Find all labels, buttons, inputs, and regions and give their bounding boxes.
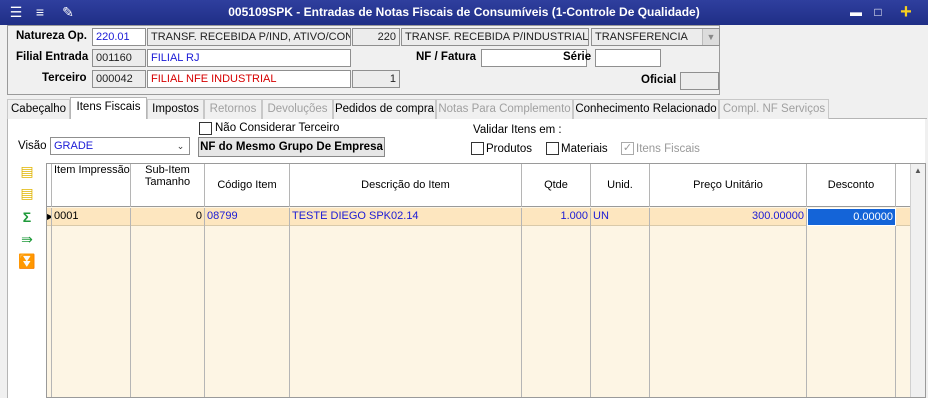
tipo-select[interactable]: TRANSFERENCIA ▼ [591, 28, 720, 46]
title-bar: ☰ ≡ ✎ 005109SPK - Entradas de Notas Fisc… [0, 0, 928, 25]
itens-fiscais-panel: Visão GRADE ⌄ Não Considerar Terceiro NF… [7, 119, 926, 398]
col-desconto[interactable]: Desconto [807, 164, 896, 207]
terceiro-desc-field: FILIAL NFE INDUSTRIAL [147, 70, 351, 88]
serie-field[interactable] [595, 49, 661, 67]
col-preco-unitario[interactable]: Preço Unitário [650, 164, 807, 207]
grid-col-line [895, 226, 896, 397]
tab-pedidos-compra[interactable]: Pedidos de compra [333, 99, 436, 119]
cell-item[interactable]: 0001 [52, 208, 131, 226]
natureza-desc2-field: TRANSF. RECEBIDA P/INDUSTRIALIZA [401, 28, 589, 46]
tipo-value: TRANSFERENCIA [595, 31, 688, 43]
visao-label: Visão [18, 140, 47, 152]
terceiro-code-field[interactable]: 000042 [92, 70, 146, 88]
window-title: 005109SPK - Entradas de Notas Fiscais de… [228, 5, 700, 19]
cell-descricao[interactable]: TESTE DIEGO SPK02.14 [290, 208, 522, 226]
tab-devolucoes: Devoluções [262, 99, 333, 119]
add-row-icon[interactable]: ▤ [18, 163, 36, 179]
terceiro-label: Terceiro [42, 72, 87, 84]
col-qtde[interactable]: Qtde [522, 164, 591, 207]
natureza-code-field[interactable]: 220.01 [92, 28, 146, 46]
grid-col-line [649, 226, 650, 397]
cell-subitem[interactable]: 0 [131, 208, 205, 226]
remove-row-icon[interactable]: ▤ [18, 185, 36, 201]
cell-codigo[interactable]: 08799 [205, 208, 290, 226]
itens-fiscais-checkbox: ✓ [621, 142, 634, 155]
scroll-up-icon[interactable]: ▲ [914, 166, 922, 175]
grid-col-line [51, 226, 52, 397]
tab-compl-nf-servicos: Compl. NF Serviços [719, 99, 829, 119]
col-sub-item[interactable]: Sub-Item Tamanho [131, 164, 205, 207]
oficial-field [680, 72, 719, 90]
tab-notas-complemento: Notas Para Complemento [436, 99, 573, 119]
grid-col-line [130, 226, 131, 397]
serie-label: Série [563, 51, 592, 63]
tab-strip: Cabeçalho Itens Fiscais Impostos Retorno… [7, 97, 927, 120]
cell-preco[interactable]: 300.00000 [650, 208, 807, 226]
table-row[interactable]: ▶ 0001 0 08799 TESTE DIEGO SPK02.14 1.00… [47, 208, 911, 226]
cell-qtde[interactable]: 1.000 [522, 208, 591, 226]
nao-considerar-label: Não Considerar Terceiro [215, 122, 340, 134]
col-unid[interactable]: Unid. [591, 164, 650, 207]
chevron-down-icon[interactable]: ⌄ [172, 138, 189, 154]
tab-retornos: Retornos [204, 99, 262, 119]
natureza-label: Natureza Op. [16, 30, 87, 42]
visao-select[interactable]: GRADE ⌄ [50, 137, 190, 155]
materiais-checkbox[interactable] [546, 142, 559, 155]
nf-label: NF / Fatura [416, 51, 477, 63]
tab-impostos[interactable]: Impostos [147, 99, 204, 119]
natureza-num-field: 220 [352, 28, 400, 46]
maximize-icon[interactable]: □ [868, 3, 888, 21]
itens-fiscais-label: Itens Fiscais [636, 143, 700, 155]
chevron-down-icon[interactable]: ▼ [702, 29, 719, 45]
col-descricao[interactable]: Descrição do Item [290, 164, 522, 207]
filial-desc-field: FILIAL RJ [147, 49, 351, 67]
col-item-impressao[interactable]: Item Impressão [52, 164, 131, 207]
validar-label: Validar Itens em : [473, 124, 562, 136]
col-codigo-item[interactable]: Código Item [205, 164, 290, 207]
nf-grupo-button[interactable]: NF do Mesmo Grupo De Empresa [198, 137, 385, 157]
collapse-icon[interactable]: ⏬ [18, 253, 36, 269]
visao-value: GRADE [54, 140, 94, 152]
export-icon[interactable]: ⇛ [18, 231, 36, 247]
sum-icon[interactable]: Σ [18, 209, 36, 225]
tab-itens-fiscais[interactable]: Itens Fiscais [70, 97, 147, 120]
grid-col-line [204, 226, 205, 397]
cell-desconto[interactable]: 0.00000 [807, 208, 896, 226]
nao-considerar-checkbox[interactable] [199, 122, 212, 135]
grid-col-line [289, 226, 290, 397]
grid-col-line [806, 226, 807, 397]
terceiro-num-field: 1 [352, 70, 400, 88]
items-grid[interactable]: Item Impressão Sub-Item Tamanho Código I… [46, 163, 926, 398]
tab-conhecimento-relacionado[interactable]: Conhecimento Relacionado [573, 99, 719, 119]
filial-code-field[interactable]: 001160 [92, 49, 146, 67]
add-icon[interactable]: + [896, 2, 916, 22]
produtos-label: Produtos [486, 143, 533, 155]
grid-col-line [590, 226, 591, 397]
grid-header: Item Impressão Sub-Item Tamanho Código I… [47, 164, 911, 207]
minimize-icon[interactable]: ▬ [846, 3, 866, 21]
produtos-checkbox[interactable] [471, 142, 484, 155]
grid-col-line [521, 226, 522, 397]
cell-unid[interactable]: UN [591, 208, 650, 226]
natureza-desc-field: TRANSF. RECEBIDA P/IND, ATIVO/CONSI [147, 28, 351, 46]
header-panel: Natureza Op. 220.01 TRANSF. RECEBIDA P/I… [7, 25, 720, 95]
tab-cabecalho[interactable]: Cabeçalho [7, 99, 70, 119]
filial-label: Filial Entrada [16, 51, 89, 63]
materiais-label: Materiais [561, 143, 608, 155]
vertical-scrollbar[interactable]: ▲ [910, 164, 925, 397]
oficial-label: Oficial [641, 74, 677, 86]
col-sub-item-label: Sub-Item Tamanho [144, 164, 191, 188]
